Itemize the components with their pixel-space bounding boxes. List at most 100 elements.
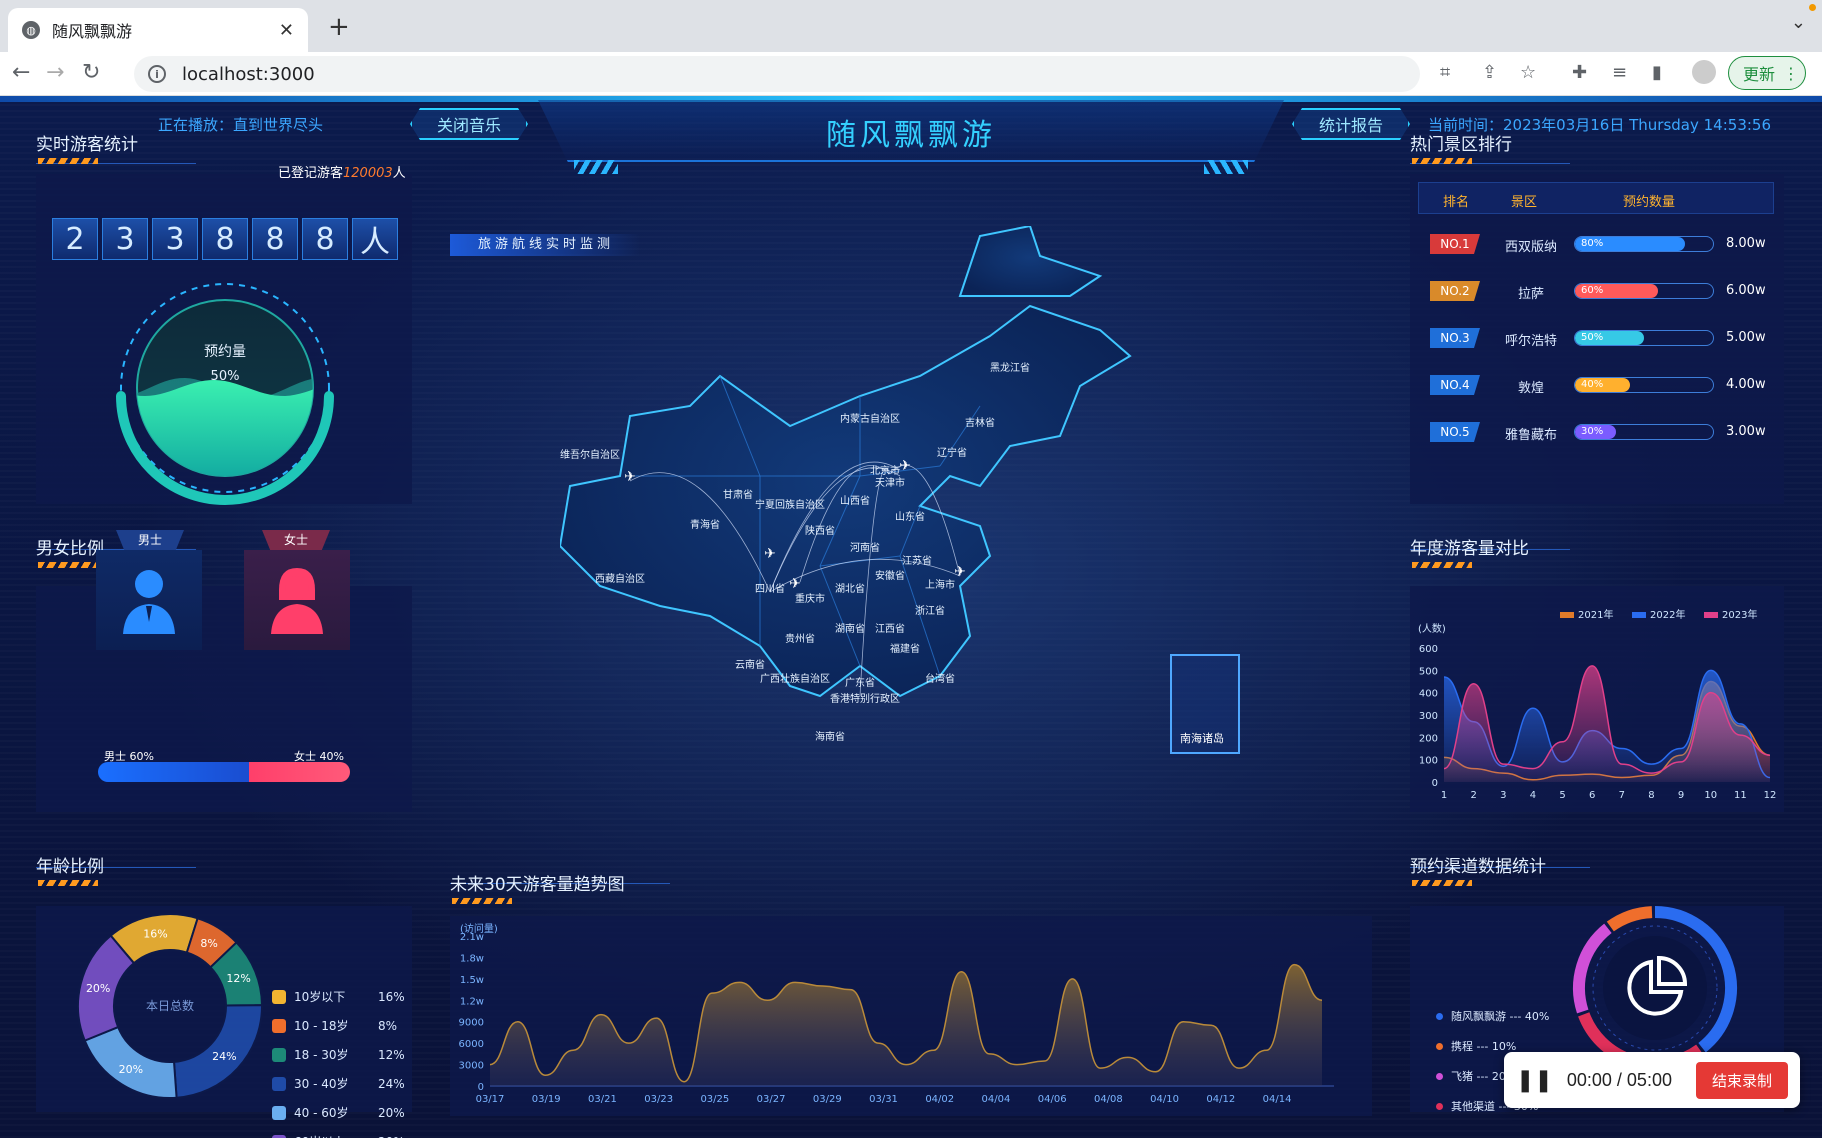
province-label[interactable]: 重庆市 [795,592,825,605]
province-label[interactable]: 台湾省 [925,672,955,685]
province-label[interactable]: 内蒙古自治区 [840,412,900,425]
province-label[interactable]: 宁夏回族自治区 [755,498,825,511]
province-label[interactable]: 上海市 [925,578,955,591]
legend-dot [1436,1042,1443,1050]
registered-prefix: 已登记游客 [278,166,344,181]
new-tab-icon[interactable]: + [328,12,350,42]
province-label[interactable]: 山西省 [840,494,870,507]
province-label[interactable]: 云南省 [735,658,765,671]
province-label[interactable]: 吉林省 [965,416,995,429]
trend-ytick: 1.8w [460,953,484,964]
booking-value: 8.00w [1726,236,1766,251]
booking-bar: 40% [1574,377,1714,393]
bookmark-star-icon[interactable]: ☆ [1520,62,1536,83]
close-tab-icon[interactable]: ✕ [279,20,294,41]
stop-recording-button[interactable]: 结束录制 [1695,1061,1788,1099]
province-label[interactable]: 陕西省 [805,524,835,537]
province-label[interactable]: 江西省 [875,622,905,635]
province-label[interactable]: 天津市 [875,476,905,489]
trend-xtick: 04/14 [1263,1094,1292,1105]
province-label[interactable]: 青海省 [690,518,720,531]
ranking-row[interactable]: NO.5 雅鲁藏布 30% 3.00w [1418,418,1774,448]
province-label[interactable]: 香港特别行政区 [830,692,900,705]
spot-name: 西双版纳 [1504,240,1557,255]
province-label[interactable]: 河南省 [850,541,880,554]
province-label[interactable]: 北京市 [870,464,900,477]
province-label[interactable]: 甘肃省 [723,488,753,501]
province-label[interactable]: 黑龙江省 [990,361,1030,374]
registered-suffix: 人 [392,166,406,181]
rank-header-rank: 排名 [1443,195,1470,210]
female-user-icon [271,568,323,634]
province-label[interactable]: 福建省 [890,642,920,655]
ranking-row[interactable]: NO.2 拉萨 60% 6.00w [1418,277,1774,307]
legend-dot [1436,1072,1443,1080]
province-label[interactable]: 湖北省 [835,582,865,595]
reload-icon[interactable]: ↻ [82,60,100,85]
update-button[interactable]: 更新 ⋮ [1728,56,1806,90]
trend-ytick: 9000 [459,1018,484,1029]
ranking-row[interactable]: NO.3 呼尔浩特 50% 5.00w [1418,324,1774,354]
browser-tab[interactable]: ◍ 随风飘飘游 ✕ [8,8,308,52]
kebab-menu-icon[interactable]: ⋮ [1783,64,1799,83]
channels-title: 预约渠道数据统计 [1410,857,1546,877]
registered-visitors: 已登记游客120003人 [278,162,406,181]
ranking-row[interactable]: NO.4 敦煌 40% 4.00w [1418,371,1774,401]
male-card [96,550,202,650]
translate-icon[interactable]: ⌗ [1440,62,1450,83]
gender-ratio-bar [98,762,350,782]
province-label[interactable]: 西藏自治区 [595,572,645,585]
booking-bar: 80% [1574,236,1714,252]
trend-xtick: 04/10 [1150,1094,1179,1105]
annual-legend-label: 2023年 [1722,608,1757,621]
side-panel-icon[interactable]: ▮ [1652,62,1662,83]
province-label[interactable]: 四川省 [755,582,785,595]
extensions-icon[interactable]: ✚ [1572,62,1587,83]
province-label[interactable]: 海南省 [815,730,845,743]
age-slice-label: 20% [119,1063,143,1076]
province-label[interactable]: 广西壮族自治区 [760,672,830,685]
province-label[interactable]: 广东省 [845,676,875,689]
share-icon[interactable]: ⇪ [1482,62,1497,83]
back-icon[interactable]: ← [12,60,30,85]
age-legend-pct: 12% [378,1047,405,1062]
legend-swatch [272,989,286,1004]
province-label[interactable]: 安徽省 [875,569,905,582]
counter-digit: 人 [352,218,398,260]
trend-xtick: 03/29 [813,1094,842,1105]
tab-search-icon[interactable]: ⌄ [1791,12,1806,33]
booking-bar-fill: 50% [1575,331,1644,345]
recording-time: 00:00 / 05:00 [1566,1069,1672,1090]
booking-value: 6.00w [1726,283,1766,298]
legend-swatch [272,1076,286,1091]
trend-title: 未来30天游客量趋势图 [450,875,625,895]
pause-icon[interactable]: ❚❚ [1516,1068,1553,1093]
province-label[interactable]: 湖南省 [835,622,865,635]
age-legend-item: 60岁以上 20% [272,1133,405,1138]
channel-slice [1606,906,1653,932]
address-bar[interactable]: i localhost:3000 [134,56,1420,92]
ranking-row[interactable]: NO.1 西双版纳 80% 8.00w [1418,230,1774,260]
media-control-icon[interactable]: ≡ [1612,62,1627,83]
female-ratio-fill [249,762,350,782]
url-text: localhost:3000 [182,63,315,85]
province-label[interactable]: 新疆维吾尔自治区 [560,448,620,461]
province-label[interactable]: 浙江省 [915,604,945,617]
province-label[interactable]: 辽宁省 [937,446,967,459]
legend-swatch [272,1134,286,1138]
province-label[interactable]: 贵州省 [785,632,815,645]
age-legend-item: 18 - 30岁 12% [272,1046,405,1063]
annual-xtick: 9 [1678,790,1684,801]
annual-ytick: 300 [1419,711,1438,722]
booking-bar: 50% [1574,330,1714,346]
province-label[interactable]: 江苏省 [902,554,932,567]
rank-header-spot: 景区 [1511,195,1538,210]
site-info-icon[interactable]: i [148,65,166,83]
trend-xtick: 03/31 [869,1094,898,1105]
browser-tab-strip: ◍ 随风飘飘游 ✕ + ⌄ [0,0,1822,52]
visitors-title: 实时游客统计 [36,135,138,155]
female-card [244,550,350,650]
profile-avatar[interactable] [1692,60,1716,84]
forward-icon[interactable]: → [46,60,64,85]
province-label[interactable]: 山东省 [895,510,925,523]
